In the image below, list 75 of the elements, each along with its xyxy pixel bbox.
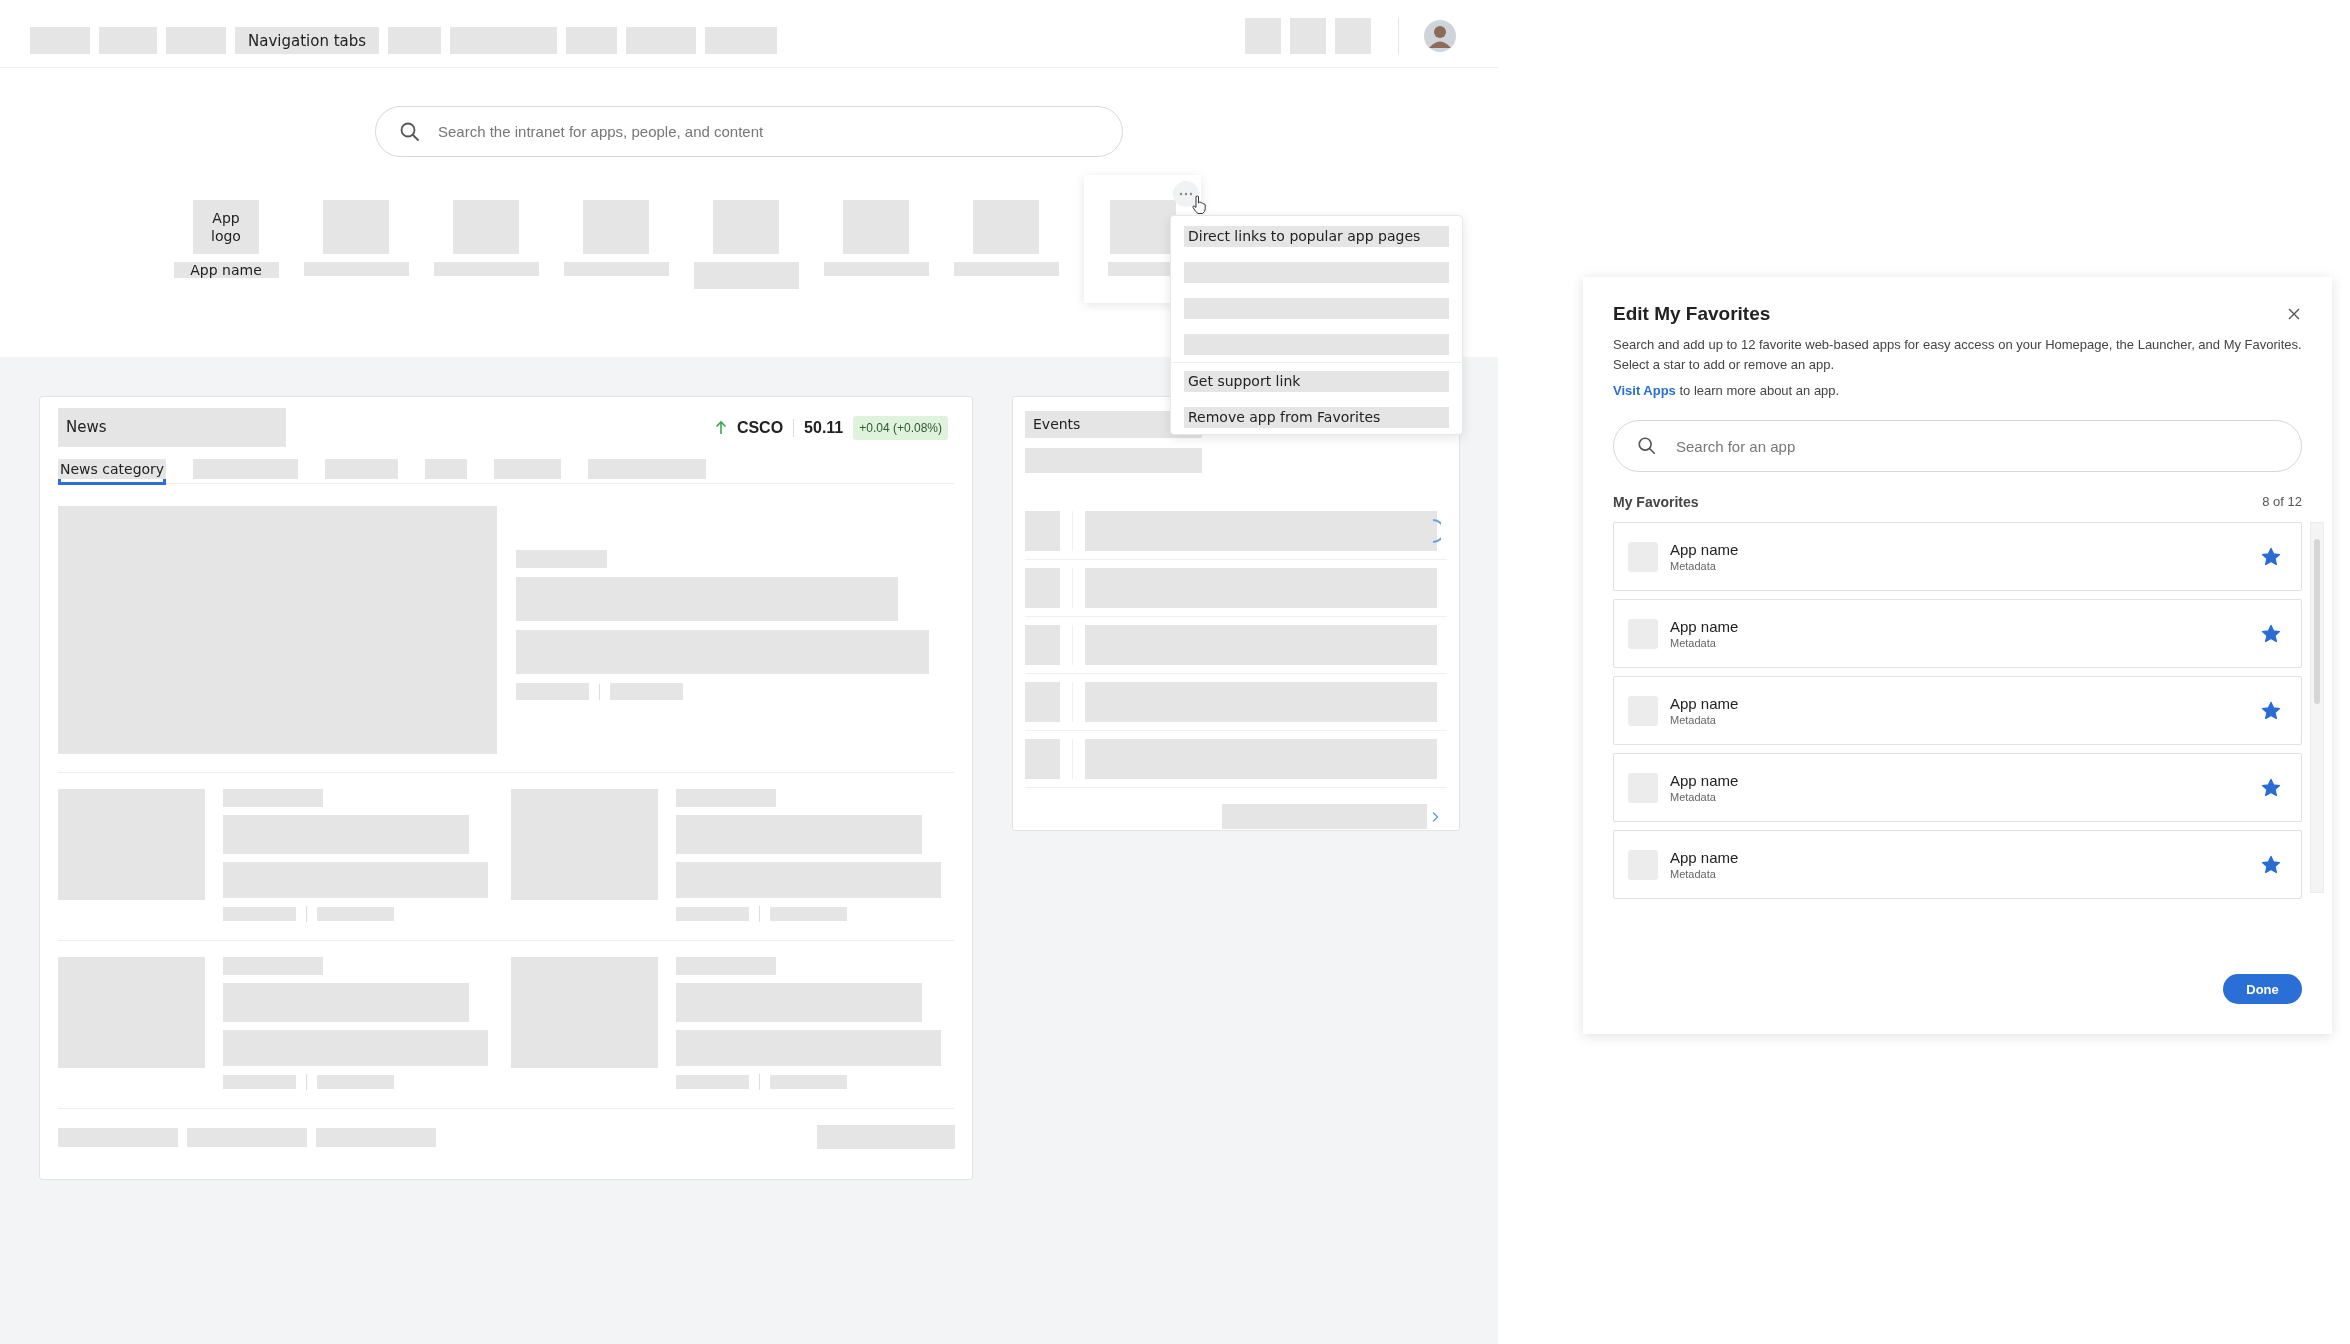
more-options-button[interactable] xyxy=(1173,181,1199,207)
star-filled-icon[interactable] xyxy=(2261,546,2281,567)
section-title: My Favorites xyxy=(1613,494,1699,510)
tab-placeholder[interactable] xyxy=(193,459,299,479)
logo-placeholder xyxy=(583,200,649,254)
tab-placeholder[interactable] xyxy=(166,27,226,54)
app-metadata: Metadata xyxy=(1670,868,1717,880)
date-placeholder xyxy=(1025,568,1060,608)
icon-placeholder[interactable] xyxy=(1290,18,1326,54)
menu-item[interactable]: Get support link xyxy=(1184,371,1449,392)
tab-placeholder[interactable] xyxy=(588,459,707,479)
dialog-description: Search and add up to 12 favorite web-based apps for easy access on your Homepage, the Launcher, and My Favorites. Select a star to add or remove an app. xyxy=(1613,336,2302,374)
ellipsis-icon xyxy=(1179,192,1193,196)
tab-placeholder[interactable] xyxy=(450,27,558,54)
icon-placeholder[interactable] xyxy=(1335,18,1371,54)
favorite-item[interactable]: App name Metadata xyxy=(1613,753,2302,822)
loading-spinner-icon xyxy=(1431,518,1441,544)
tab-placeholder[interactable] xyxy=(566,27,618,54)
app-metadata: Metadata xyxy=(1670,791,1717,803)
logo-placeholder xyxy=(973,200,1039,254)
tab-placeholder[interactable] xyxy=(388,27,442,54)
chevron-right-icon[interactable] xyxy=(1431,810,1439,823)
app-name: App name xyxy=(1670,772,1740,789)
scrollbar[interactable] xyxy=(2310,522,2324,893)
app-name: App name xyxy=(1670,618,1740,635)
app-name: App name xyxy=(1670,849,1740,866)
logo-placeholder xyxy=(323,200,389,254)
favorite-item[interactable]: App name Metadata xyxy=(1613,522,2302,591)
star-filled-icon[interactable] xyxy=(2261,854,2281,875)
logo-placeholder xyxy=(843,200,909,254)
help-text: Visit Apps to learn more about an app. xyxy=(1613,383,1841,398)
search-icon xyxy=(399,120,421,143)
stock-price: 50.11 xyxy=(804,418,844,437)
app-name[interactable]: App name xyxy=(173,262,279,278)
favorites-count: 8 of 12 xyxy=(2262,494,2302,510)
avatar[interactable] xyxy=(1424,20,1456,52)
star-filled-icon[interactable] xyxy=(2261,623,2281,644)
dialog-title: Edit My Favorites xyxy=(1613,303,1771,325)
favorite-item[interactable]: App name Metadata xyxy=(1613,676,2302,745)
menu-item[interactable]: Direct links to popular app pages xyxy=(1184,226,1449,247)
logo-placeholder xyxy=(453,200,519,254)
tab-placeholder[interactable] xyxy=(30,27,90,54)
date-placeholder xyxy=(1025,511,1060,551)
app-name: App name xyxy=(1670,695,1740,712)
menu-item[interactable]: Remove app from Favorites xyxy=(1184,407,1449,428)
search-icon xyxy=(1637,436,1657,456)
tab-placeholder[interactable] xyxy=(705,27,778,54)
app-name: App name xyxy=(1670,541,1740,558)
date-placeholder xyxy=(1025,739,1060,779)
logo-placeholder xyxy=(713,200,779,254)
tab-placeholder[interactable] xyxy=(325,459,399,479)
star-filled-icon[interactable] xyxy=(2261,777,2281,798)
app-metadata: Metadata xyxy=(1670,560,1717,572)
news-title: News xyxy=(58,408,286,447)
icon-placeholder[interactable] xyxy=(1245,18,1281,54)
app-metadata: Metadata xyxy=(1670,637,1717,649)
date-placeholder xyxy=(1025,625,1060,665)
date-placeholder xyxy=(1025,682,1060,722)
tab-placeholder[interactable] xyxy=(494,459,562,479)
tab-placeholder[interactable] xyxy=(626,27,697,54)
app-logo[interactable]: App logo xyxy=(193,200,259,254)
star-filled-icon[interactable] xyxy=(2261,700,2281,721)
app-metadata: Metadata xyxy=(1670,714,1717,726)
search-field[interactable]: Search for an app xyxy=(1613,420,2302,472)
tab-placeholder[interactable] xyxy=(99,27,157,54)
favorite-item[interactable]: App name Metadata xyxy=(1613,830,2302,899)
stock-change: +0.04 (+0.08%) xyxy=(853,415,948,440)
tab-placeholder[interactable] xyxy=(425,459,468,479)
close-icon xyxy=(2288,308,2300,320)
close-button[interactable] xyxy=(2286,306,2302,322)
nav-tab[interactable]: Navigation tabs xyxy=(235,27,380,54)
visit-apps-link[interactable]: Visit Apps xyxy=(1613,383,1676,398)
done-button[interactable]: Done xyxy=(2223,974,2302,1004)
favorite-item[interactable]: App name Metadata xyxy=(1613,599,2302,668)
search-field[interactable]: Search the intranet for apps, people, and content xyxy=(375,106,1123,157)
